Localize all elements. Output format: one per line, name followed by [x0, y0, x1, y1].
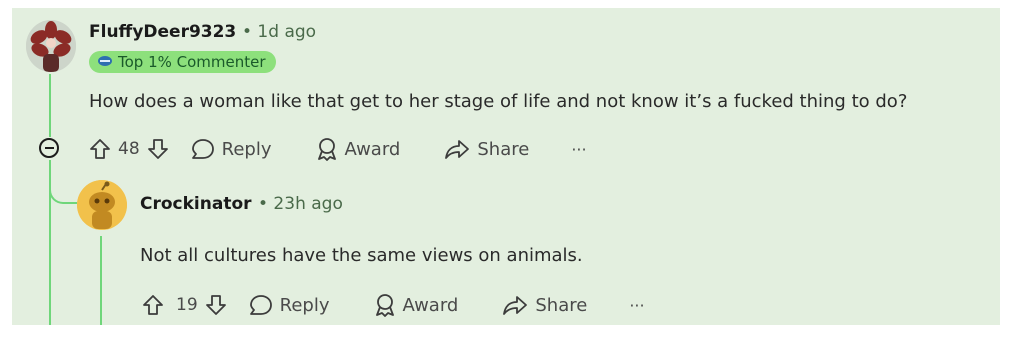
upvote-icon [90, 139, 110, 159]
reply-username[interactable]: Crockinator [140, 194, 252, 214]
thread-line[interactable] [49, 74, 51, 137]
badge-icon [97, 53, 113, 71]
comment-body: How does a woman like that get to her st… [89, 91, 908, 112]
downvote-icon [147, 139, 168, 159]
top-commenter-badge: Top 1% Commenter [89, 51, 276, 73]
badge-label: Top 1% Commenter [118, 53, 266, 71]
share-button[interactable]: Share [444, 138, 529, 160]
vote-count: 48 [118, 139, 140, 159]
more-options-button[interactable]: ··· [629, 296, 644, 315]
vote-count: 19 [176, 295, 198, 315]
share-button[interactable]: Share [502, 294, 587, 316]
minus-icon [44, 147, 54, 149]
comment-bubble-icon [191, 139, 214, 159]
comment-actions: 48 Reply Award Share ··· [89, 136, 587, 162]
timestamp[interactable]: • 1d ago [242, 22, 316, 42]
downvote-button[interactable] [205, 294, 227, 316]
reply-label: Reply [279, 294, 330, 316]
award-label: Award [402, 294, 459, 316]
reply-body: Not all cultures have the same views on … [140, 245, 583, 266]
comment-bubble-icon [249, 295, 272, 315]
upvote-button[interactable] [142, 294, 164, 316]
share-icon [445, 140, 470, 159]
thread-connector [49, 176, 77, 204]
snoo-avatar-icon [77, 180, 127, 230]
comment-thread: FluffyDeer9323 • 1d ago Top 1% Commenter… [12, 8, 1000, 325]
share-icon [503, 296, 528, 315]
award-icon [375, 294, 394, 317]
share-label: Share [477, 138, 530, 160]
reply-button[interactable]: Reply [249, 294, 330, 316]
upvote-button[interactable] [89, 138, 111, 160]
downvote-button[interactable] [147, 138, 169, 160]
collapse-thread-button[interactable] [39, 138, 59, 158]
demogorgon-avatar-icon [26, 20, 76, 72]
downvote-icon [205, 295, 226, 315]
award-button[interactable]: Award [374, 293, 459, 317]
more-options-button[interactable]: ··· [571, 140, 586, 159]
share-label: Share [535, 294, 588, 316]
avatar[interactable] [26, 20, 76, 72]
reply-timestamp[interactable]: • 23h ago [258, 194, 343, 214]
award-label: Award [344, 138, 401, 160]
username[interactable]: FluffyDeer9323 [89, 22, 236, 42]
thread-line[interactable] [100, 236, 102, 325]
reply-avatar[interactable] [77, 180, 127, 230]
reply-actions: 19 Reply Award Share ··· [142, 292, 645, 318]
award-icon [317, 138, 336, 161]
reply-label: Reply [221, 138, 272, 160]
reply-button[interactable]: Reply [191, 138, 272, 160]
upvote-icon [143, 295, 163, 315]
award-button[interactable]: Award [316, 137, 401, 161]
